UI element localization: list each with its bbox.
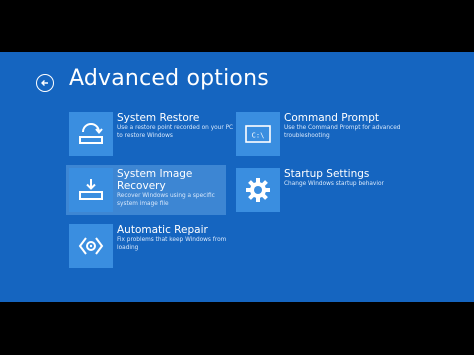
option-title: System Image Recovery <box>117 168 193 192</box>
svg-text:C:\: C:\ <box>252 132 265 140</box>
system-image-recovery-icon <box>79 179 103 200</box>
option-startup-settings[interactable]: Startup Settings Change Windows startup … <box>236 168 402 212</box>
back-arrow-icon <box>41 80 48 86</box>
option-title: Automatic Repair <box>117 224 208 236</box>
option-title: Startup Settings <box>284 168 370 180</box>
option-description: Change Windows startup behavior <box>284 181 384 187</box>
option-command-prompt[interactable]: C:\ Command Prompt Use the Command Promp… <box>236 112 402 156</box>
option-description: Recover Windows using a specific system … <box>117 193 215 207</box>
option-title: System Restore <box>117 112 200 124</box>
option-tile <box>69 224 113 268</box>
command-prompt-icon: C:\ <box>245 125 271 143</box>
back-button[interactable] <box>36 74 54 92</box>
option-tile: C:\ <box>236 112 280 156</box>
system-restore-icon <box>79 123 103 144</box>
gear-icon <box>246 178 270 202</box>
option-tile <box>69 168 113 212</box>
option-system-image-recovery[interactable]: System Image Recovery Recover Windows us… <box>66 165 226 215</box>
option-description: Fix problems that keep Windows from load… <box>117 237 227 251</box>
option-description: Use the Command Prompt for advanced trou… <box>284 125 401 139</box>
option-automatic-repair[interactable]: Automatic Repair Fix problems that keep … <box>69 224 235 268</box>
option-system-restore[interactable]: System Restore Use a restore point recor… <box>69 112 235 156</box>
option-title: Command Prompt <box>284 112 379 124</box>
option-tile <box>236 168 280 212</box>
option-tile <box>69 112 113 156</box>
automatic-repair-icon <box>78 237 104 255</box>
option-description: Use a restore point recorded on your PC … <box>117 125 234 139</box>
advanced-options-screen: Advanced options System Restore Use a re… <box>0 52 474 302</box>
page-title: Advanced options <box>69 66 269 91</box>
